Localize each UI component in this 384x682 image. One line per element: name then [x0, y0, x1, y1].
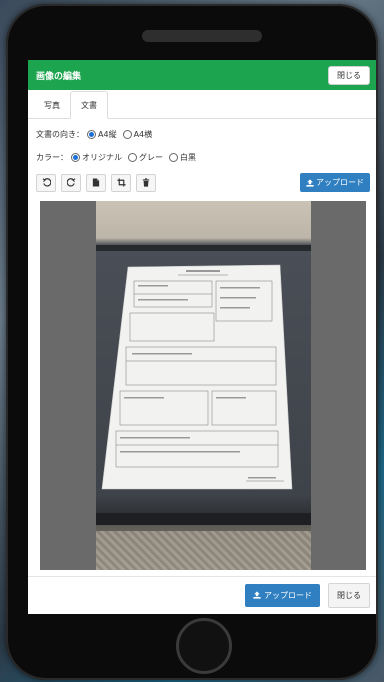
color-gray-label: グレー — [139, 153, 163, 162]
orientation-row: 文書の向き： A4縦 A4横 — [28, 129, 376, 140]
color-bw-label: 白黒 — [180, 153, 196, 162]
orientation-a4-landscape[interactable]: A4横 — [120, 129, 153, 140]
crop-icon — [116, 178, 126, 187]
color-original[interactable]: オリジナル — [68, 152, 122, 163]
color-gray[interactable]: グレー — [125, 152, 163, 163]
dialog-footer: アップロード 閉じる — [28, 576, 376, 614]
upload-icon — [306, 178, 314, 187]
rotate-left-button[interactable] — [36, 173, 56, 192]
radio-icon-checked[interactable] — [71, 153, 80, 162]
radio-icon[interactable] — [169, 153, 178, 162]
crop-button[interactable] — [111, 173, 131, 192]
trash-icon — [142, 178, 150, 187]
radio-icon-checked[interactable] — [87, 130, 96, 139]
orientation-a4-portrait[interactable]: A4縦 — [84, 129, 117, 140]
orientation-label: 文書の向き： — [36, 130, 84, 139]
close-button-top[interactable]: 閉じる — [328, 65, 370, 85]
upload-icon — [253, 591, 261, 599]
radio-icon[interactable] — [122, 130, 132, 139]
color-row: カラー： オリジナル グレー 白黒 — [28, 152, 376, 163]
rotate-right-button[interactable] — [61, 173, 81, 192]
document-photo — [96, 201, 311, 570]
rotate-left-icon — [42, 178, 51, 187]
edit-toolbar: アップロード — [28, 173, 376, 192]
document-page — [101, 264, 293, 490]
upload-button-bottom[interactable]: アップロード — [245, 584, 320, 607]
document-icon — [92, 178, 100, 187]
tab-document[interactable]: 文書 — [70, 91, 108, 119]
tab-bar: 写真 文書 — [28, 90, 376, 119]
delete-button[interactable] — [136, 173, 156, 192]
screen: 画像の編集 閉じる 写真 文書 文書の向き： A4縦 A4横 カラー： オリジナ… — [28, 60, 376, 614]
radio-icon[interactable] — [128, 153, 137, 162]
phone-frame: 画像の編集 閉じる 写真 文書 文書の向き： A4縦 A4横 カラー： オリジナ… — [6, 4, 378, 680]
home-button[interactable] — [176, 618, 232, 674]
orientation-a4-landscape-label: A4横 — [133, 130, 153, 139]
document-button[interactable] — [86, 173, 106, 192]
image-preview[interactable] — [40, 201, 366, 570]
color-bw[interactable]: 白黒 — [166, 152, 196, 163]
upload-button-top[interactable]: アップロード — [300, 173, 370, 192]
rotate-right-icon — [66, 178, 75, 187]
close-button-bottom[interactable]: 閉じる — [328, 583, 370, 608]
orientation-a4-portrait-label: A4縦 — [98, 130, 117, 139]
color-label: カラー： — [36, 153, 68, 162]
tab-photo[interactable]: 写真 — [34, 92, 70, 118]
dialog-title: 画像の編集 — [36, 71, 82, 82]
upload-button-bottom-label: アップロード — [264, 591, 312, 600]
dialog-header: 画像の編集 閉じる — [28, 60, 376, 90]
phone-speaker — [142, 30, 262, 42]
upload-button-top-label: アップロード — [316, 178, 364, 187]
color-original-label: オリジナル — [82, 153, 122, 162]
